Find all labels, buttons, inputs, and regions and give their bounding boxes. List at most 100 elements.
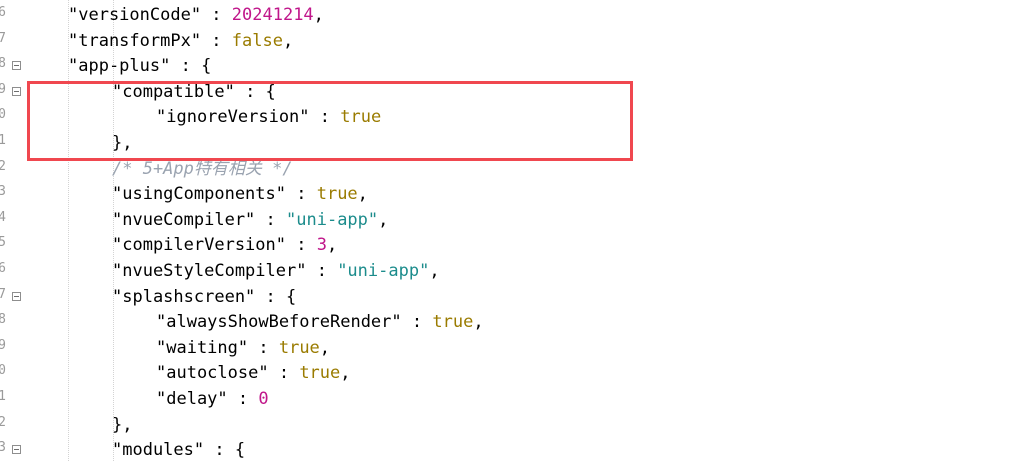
line-number: 6 [0, 5, 6, 20]
code-text: "versionCode" : 20241214, [68, 3, 324, 29]
fold-toggle-icon[interactable] [12, 291, 21, 301]
code-token-num: 0 [258, 389, 269, 409]
code-line[interactable]: 0 "ignoreVersion" : true [0, 105, 1024, 131]
code-token-punc: : [286, 235, 317, 256]
line-number: 2 [0, 414, 6, 430]
code-token-key: "compatible" [112, 81, 235, 102]
line-number: 3 [0, 184, 6, 200]
code-line[interactable]: 8 "app-plus" : { [0, 54, 1024, 80]
code-token-punc: , [357, 184, 368, 205]
code-line[interactable]: 7 "transformPx" : false, [0, 29, 1024, 55]
code-line[interactable]: 5 "compilerVersion" : 3, [0, 233, 1024, 259]
code-token-key: "versionCode" [68, 5, 202, 25]
code-line[interactable]: 3 "usingComponents" : true, [0, 182, 1024, 208]
code-token-punc: : [227, 389, 259, 409]
line-number: 0 [0, 363, 6, 379]
code-token-punc: : [248, 337, 279, 358]
line-number: 8 [0, 56, 6, 72]
code-text: "usingComponents" : true, [112, 182, 368, 208]
code-token-key: "delay" [156, 389, 228, 409]
code-token-punc: : [306, 261, 338, 281]
code-token-punc: : [255, 209, 287, 230]
line-number: 1 [0, 389, 6, 404]
code-token-str: "uni-app" [337, 261, 430, 281]
line-number: 3 [0, 440, 6, 456]
line-number: 1 [0, 133, 6, 148]
code-editor[interactable]: 6 "versionCode" : 20241214, 7 "transformPx"… [0, 0, 1024, 461]
code-token-punc: , [326, 235, 338, 256]
code-token-punc: : [309, 107, 341, 128]
code-text: "nvueCompiler" : "uni-app", [112, 208, 388, 234]
code-line[interactable]: 4 "nvueCompiler" : "uni-app", [0, 208, 1024, 234]
fold-toggle-icon[interactable] [12, 61, 21, 71]
code-token-punc: : [268, 363, 300, 384]
code-token-str: "uni-app" [286, 209, 379, 230]
code-text: "transformPx" : false, [68, 29, 293, 55]
code-token-punc: }, [112, 133, 133, 153]
code-token-key: "ignoreVersion" [156, 107, 310, 128]
code-token-punc: : [401, 312, 433, 333]
code-token-num: 20241214 [231, 5, 314, 25]
line-number: 8 [0, 312, 6, 328]
code-text: }, [112, 131, 132, 157]
code-text: "app-plus" : { [68, 54, 211, 80]
code-token-punc: , [319, 337, 331, 358]
code-token-punc: , [429, 261, 440, 281]
code-line[interactable]: 2}, [0, 413, 1024, 439]
code-token-punc: : { [204, 440, 246, 461]
code-token-key: "waiting" [156, 337, 249, 358]
code-text: "splashscreen" : { [112, 285, 296, 311]
code-line[interactable]: 9 "compatible" : { [0, 80, 1024, 106]
line-number: 7 [0, 30, 6, 46]
line-number: 9 [0, 337, 6, 353]
line-number: 7 [0, 286, 6, 302]
code-token-key: "splashscreen" [112, 286, 256, 307]
code-text: "alwaysShowBeforeRender" : true, [156, 310, 484, 336]
code-token-key: "autoclose" [156, 363, 269, 384]
line-number: 9 [0, 81, 6, 97]
code-token-punc: , [282, 30, 294, 51]
code-text: "waiting" : true, [156, 336, 330, 362]
code-token-key: "usingComponents" [112, 184, 286, 205]
code-line[interactable]: 8 "alwaysShowBeforeRender" : true, [0, 310, 1024, 336]
code-token-bool: false [231, 30, 283, 51]
code-line[interactable]: 6 "nvueStyleCompiler" : "uni-app", [0, 259, 1024, 285]
code-token-punc: : { [234, 81, 276, 102]
code-line[interactable]: 0 "autoclose" : true, [0, 361, 1024, 387]
line-number: 0 [0, 107, 6, 123]
fold-toggle-icon[interactable] [12, 445, 21, 455]
code-line[interactable]: 9 "waiting" : true, [0, 336, 1024, 362]
code-token-punc: , [473, 312, 484, 333]
code-line[interactable]: 3 "modules" : { [0, 438, 1024, 461]
code-token-key: "nvueCompiler" [112, 209, 256, 230]
code-text: }, [112, 413, 132, 439]
code-token-key: "transformPx" [68, 30, 202, 51]
code-line[interactable]: 6 "versionCode" : 20241214, [0, 3, 1024, 29]
code-text: "delay" : 0 [156, 387, 269, 413]
code-token-key: "app-plus" [68, 56, 171, 77]
code-token-bool: true [316, 184, 358, 205]
code-token-punc: : { [255, 286, 297, 307]
code-line[interactable]: 2 /* 5+App特有相关 */ [0, 157, 1024, 183]
code-token-bool: true [278, 337, 320, 358]
code-token-key: "alwaysShowBeforeRender" [156, 312, 402, 333]
line-number: 2 [0, 158, 6, 174]
fold-toggle-icon[interactable] [12, 86, 21, 96]
code-text: "autoclose" : true, [156, 361, 351, 387]
code-text: "compatible" : { [112, 80, 276, 106]
code-token-key: "compilerVersion" [112, 235, 286, 256]
code-text: "nvueStyleCompiler" : "uni-app", [112, 259, 440, 285]
code-token-punc: }, [112, 414, 133, 435]
code-line[interactable]: 1 "delay" : 0 [0, 387, 1024, 413]
code-line[interactable]: 1}, [0, 131, 1024, 157]
code-token-bool: true [340, 107, 382, 128]
code-token-comment: /* 5+App特有相关 */ [112, 158, 293, 179]
code-token-bool: true [432, 312, 474, 333]
code-token-key: "nvueStyleCompiler" [112, 261, 307, 281]
code-token-key: "modules" [112, 440, 205, 461]
code-token-punc: : { [170, 56, 212, 77]
code-text: /* 5+App特有相关 */ [112, 157, 293, 183]
code-token-bool: true [299, 363, 341, 384]
code-line[interactable]: 7 "splashscreen" : { [0, 285, 1024, 311]
line-number: 4 [0, 209, 6, 225]
